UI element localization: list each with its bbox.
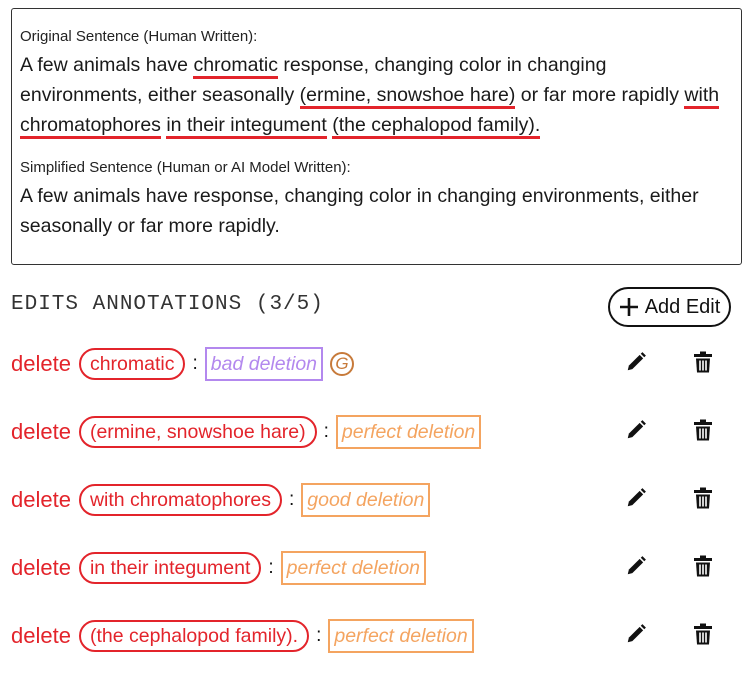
edit-operation: delete [11, 487, 71, 512]
edit-rating[interactable]: perfect deletion [335, 415, 482, 449]
edit-separator: : [323, 421, 329, 442]
pencil-icon[interactable] [625, 555, 649, 579]
add-edit-button[interactable]: Add Edit [608, 287, 731, 327]
edit-separator: : [288, 489, 295, 510]
plus-icon [619, 297, 639, 317]
edit-separator: : [268, 557, 274, 578]
edit-row: delete in their integument: perfect deleti… [11, 550, 741, 586]
annotations-header: EDITS ANNOTATIONS (3/5) [11, 293, 324, 316]
trash-icon[interactable] [693, 419, 717, 443]
edit-row: delete (the cephalopod family).: perfect d… [11, 618, 741, 654]
sentence-panel: Original Sentence (Human Written): A few… [11, 8, 742, 265]
trash-icon[interactable] [693, 623, 717, 647]
edit-row: delete (ermine, snowshoe hare): perfect de… [11, 414, 741, 450]
pencil-icon[interactable] [625, 419, 649, 443]
trash-icon[interactable] [693, 351, 717, 375]
highlighted-span[interactable]: chromatic [193, 54, 278, 79]
edit-row: delete with chromatophores: good deletion [11, 482, 741, 518]
edit-separator: : [316, 625, 322, 646]
highlighted-span[interactable]: (the cephalopod family). [332, 114, 541, 139]
edit-rating[interactable]: perfect deletion [328, 619, 474, 653]
edit-span-pill[interactable]: with chromatophores [78, 484, 282, 516]
edit-span-pill[interactable]: chromatic [78, 348, 186, 380]
trash-icon[interactable] [693, 555, 717, 579]
edit-rating[interactable]: good deletion [301, 483, 431, 517]
edit-operation: delete [11, 623, 71, 648]
edit-rating[interactable]: perfect deletion [280, 551, 427, 585]
simplified-sentence-label: Simplified Sentence (Human or AI Model W… [20, 159, 351, 176]
pencil-icon[interactable] [625, 351, 649, 375]
trash-icon[interactable] [693, 487, 717, 511]
edit-row: delete chromatic: bad deletion G [11, 346, 741, 382]
highlighted-span[interactable]: (ermine, snowshoe hare) [299, 84, 516, 109]
original-sentence-label: Original Sentence (Human Written): [20, 28, 258, 45]
edit-span-pill[interactable]: (ermine, snowshoe hare) [78, 416, 317, 448]
simplified-sentence: A few animals have response, changing co… [20, 185, 699, 237]
highlighted-span[interactable]: in their integument [166, 114, 327, 139]
pencil-icon[interactable] [625, 487, 649, 511]
edit-span-pill[interactable]: (the cephalopod family). [78, 620, 310, 652]
original-sentence: A few animals have chromatic response, c… [20, 50, 733, 140]
sentence-text: A few animals have [20, 54, 194, 76]
add-edit-label: Add Edit [644, 295, 721, 318]
edit-operation: delete [11, 351, 71, 376]
edit-rating[interactable]: bad deletion [204, 347, 324, 381]
pencil-icon[interactable] [625, 623, 649, 647]
edit-span-pill[interactable]: in their integument [78, 552, 262, 584]
edit-operation: delete [11, 419, 71, 444]
grammar-badge-icon: G [330, 352, 355, 376]
edit-separator: : [192, 353, 198, 374]
edit-operation: delete [11, 555, 71, 580]
sentence-text: or far more rapidly [515, 84, 685, 106]
